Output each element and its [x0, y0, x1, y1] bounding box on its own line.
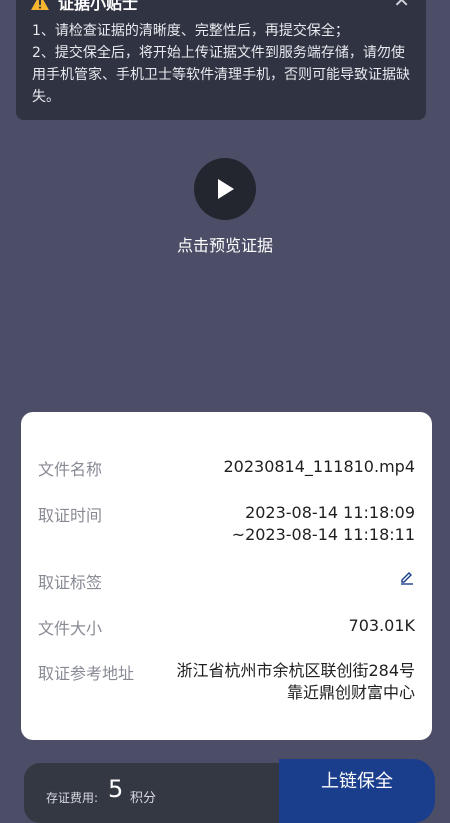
- close-icon[interactable]: ✕: [393, 0, 410, 12]
- evidence-tips-panel: 证据小贴士 ✕ 1、请检查证据的清晰度、完整性后，再提交保全； 2、提交保全后，…: [16, 0, 426, 120]
- capture-time-start: 2023-08-14 11:18:09: [245, 503, 415, 522]
- evidence-preview: 点击预览证据: [0, 158, 450, 256]
- tip-line-2: 2、提交保全后，将开始上传证据文件到服务端存储，请勿使用手机管家、手机卫士等软件…: [32, 45, 410, 105]
- preview-label[interactable]: 点击预览证据: [0, 232, 450, 256]
- file-name-label: 文件名称: [38, 460, 103, 479]
- submit-preservation-button[interactable]: 上链保全: [279, 759, 435, 823]
- edit-icon[interactable]: [399, 569, 415, 589]
- capture-time-label: 取证时间: [38, 506, 103, 525]
- warning-icon: [30, 0, 50, 11]
- evidence-details-card: 文件名称 20230814_111810.mp4 取证时间 2023-08-14…: [21, 412, 432, 740]
- fee-label: 存证费用:: [46, 791, 99, 805]
- file-name-value: 20230814_111810.mp4: [223, 457, 415, 476]
- capture-time-value: 2023-08-14 11:18:09 ~2023-08-14 11:18:11: [232, 502, 415, 546]
- file-size-label: 文件大小: [38, 619, 103, 638]
- play-button[interactable]: [194, 158, 256, 220]
- play-icon: [218, 179, 234, 199]
- address-line-2: 靠近鼎创财富中心: [286, 683, 415, 702]
- address-line-1: 浙江省杭州市余杭区联创街284号: [176, 661, 415, 680]
- tips-title: 证据小贴士: [58, 0, 139, 13]
- tips-body: 1、请检查证据的清晰度、完整性后，再提交保全； 2、提交保全后，将开始上传证据文…: [32, 20, 412, 108]
- bottom-action-bar: 存证费用: 5 积分 上链保全: [24, 759, 435, 823]
- tip-line-1: 1、请检查证据的清晰度、完整性后，再提交保全；: [32, 23, 349, 39]
- address-label: 取证参考地址: [38, 664, 135, 683]
- tips-header: 证据小贴士: [30, 0, 138, 14]
- fee-value: 5: [108, 775, 124, 803]
- fee-unit: 积分: [130, 791, 157, 806]
- capture-time-end: ~2023-08-14 11:18:11: [231, 525, 415, 544]
- capture-tag-label: 取证标签: [38, 573, 103, 592]
- file-size-value: 703.01K: [348, 616, 415, 635]
- fee-summary: 存证费用: 5 积分: [24, 763, 284, 823]
- address-value: 浙江省杭州市余杭区联创街284号 靠近鼎创财富中心: [176, 660, 415, 704]
